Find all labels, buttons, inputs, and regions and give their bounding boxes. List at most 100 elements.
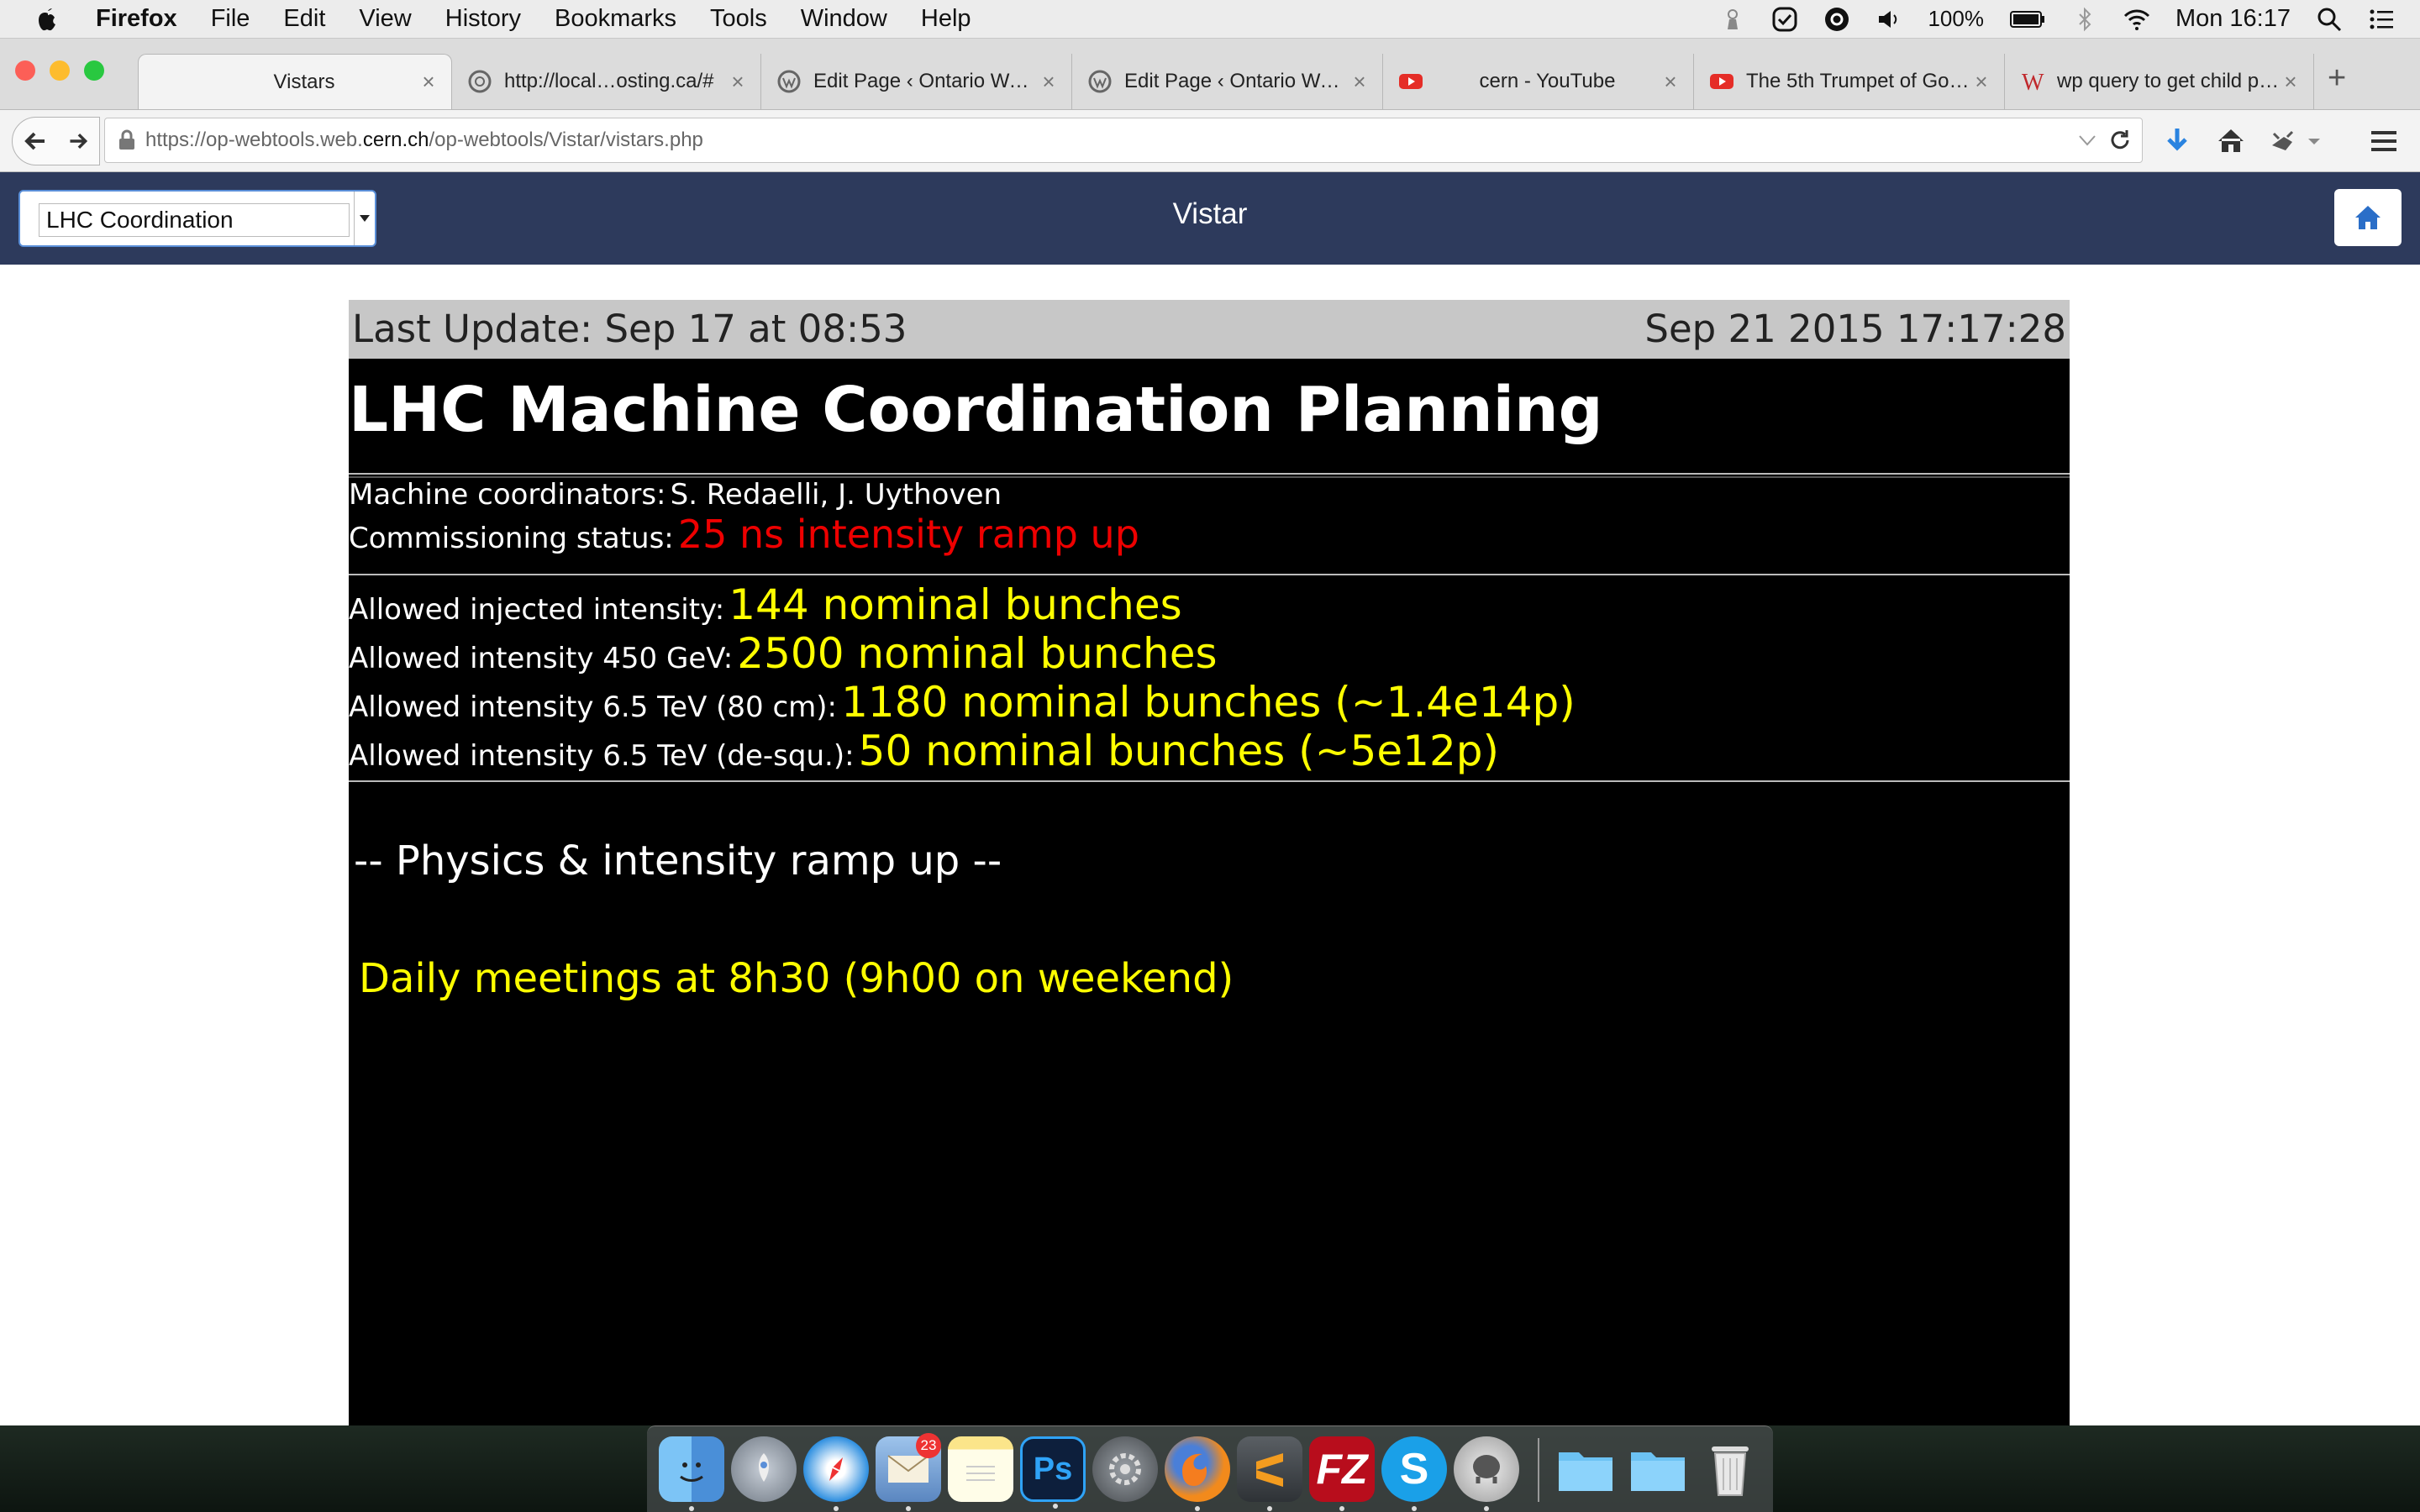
section-title: -- Physics & intensity ramp up --: [354, 837, 1002, 885]
wordpress-icon: [1088, 70, 1112, 93]
url-path: /op-webtools/Vistar/vistars.php: [429, 129, 703, 151]
dropdown-history-icon[interactable]: [2078, 134, 2096, 146]
back-arrow-icon: [24, 132, 45, 150]
app-title: Vistar: [1172, 197, 1248, 230]
tab-wp-query[interactable]: W wp query to get child p… ×: [2005, 54, 2314, 109]
minimize-window-button[interactable]: [50, 60, 70, 81]
mail-badge: 23: [916, 1433, 941, 1458]
notes-icon[interactable]: [948, 1436, 1013, 1502]
menu-file[interactable]: File: [211, 5, 250, 33]
commissioning-status-line: Commissioning status: 25 ns intensity ra…: [349, 512, 1139, 557]
menu-bookmarks[interactable]: Bookmarks: [555, 5, 676, 33]
intensity-label: Allowed intensity 6.5 TeV (80 cm):: [349, 690, 838, 724]
wordpress-icon: [777, 70, 801, 93]
finder-icon[interactable]: [659, 1436, 724, 1511]
intensity-value: 144 nominal bunches: [729, 580, 1182, 629]
reload-icon[interactable]: [2108, 129, 2132, 152]
w-icon: W: [2022, 70, 2044, 94]
menu-edit[interactable]: Edit: [283, 5, 325, 33]
commissioning-status-label: Commissioning status:: [349, 522, 674, 555]
folder-icon[interactable]: [1625, 1436, 1691, 1502]
tab-5th-trumpet[interactable]: The 5th Trumpet of Go… ×: [1694, 54, 2005, 109]
intensity-value: 2500 nominal bunches: [737, 629, 1218, 678]
at-sign-icon[interactable]: [1823, 6, 1850, 33]
home-icon[interactable]: [2215, 125, 2247, 157]
close-tab-icon[interactable]: ×: [1660, 69, 1681, 95]
coordinators-label: Machine coordinators:: [349, 478, 666, 512]
close-tab-icon[interactable]: ×: [2280, 69, 2302, 95]
panel-title: LHC Machine Coordination Planning: [349, 374, 1603, 446]
lock-icon[interactable]: [117, 129, 137, 151]
url-prefix: https://op-webtools.web.: [145, 129, 363, 151]
wifi-icon[interactable]: [2123, 6, 2150, 33]
menu-history[interactable]: History: [445, 5, 521, 33]
apple-menu-icon[interactable]: [34, 5, 62, 34]
url-bar[interactable]: https://op-webtools.web. cern.ch/op-webto…: [104, 118, 2143, 163]
intensity-value: 1180 nominal bunches (~1.4e14p): [841, 678, 1576, 727]
sublime-text-icon[interactable]: [1237, 1436, 1302, 1511]
skype-icon[interactable]: S: [1381, 1436, 1447, 1511]
new-tab-button[interactable]: +: [2328, 60, 2346, 97]
svg-text:W: W: [2022, 70, 2044, 94]
close-window-button[interactable]: [15, 60, 35, 81]
home-icon: [2355, 206, 2381, 229]
last-update: Last Update: Sep 17 at 08:53: [352, 307, 908, 351]
system-preferences-icon[interactable]: [1092, 1436, 1158, 1502]
intensity-line: Allowed intensity 450 GeV: 2500 nominal …: [349, 629, 1218, 678]
dock-separator: [1538, 1438, 1539, 1502]
airdrop-icon[interactable]: [1719, 6, 1746, 33]
notification-center-icon[interactable]: [2368, 6, 2395, 33]
menu-app-firefox[interactable]: Firefox: [96, 5, 177, 33]
battery-icon[interactable]: [2009, 6, 2046, 33]
menu-window[interactable]: Window: [801, 5, 887, 33]
bluetooth-icon[interactable]: [2071, 6, 2098, 33]
filezilla-icon[interactable]: FZ: [1309, 1436, 1375, 1511]
tab-localhost[interactable]: http://local…osting.ca/# ×: [452, 54, 761, 109]
launchpad-icon[interactable]: [731, 1436, 797, 1502]
check-circle-icon[interactable]: [1771, 6, 1798, 33]
mail-icon[interactable]: 23: [876, 1433, 941, 1511]
divider: [349, 780, 2070, 782]
tab-cern-youtube[interactable]: cern - YouTube ×: [1383, 54, 1694, 109]
menu-help[interactable]: Help: [921, 5, 971, 33]
forward-arrow-icon: [70, 133, 88, 150]
forward-button[interactable]: [57, 117, 100, 165]
meeting-note: Daily meetings at 8h30 (9h00 on weekend): [359, 955, 1234, 1002]
vistar-display-panel: Last Update: Sep 17 at 08:53 Sep 21 2015…: [349, 300, 2070, 1425]
intensity-label: Allowed intensity 450 GeV:: [349, 642, 734, 675]
close-tab-icon[interactable]: ×: [727, 69, 749, 95]
photoshop-icon[interactable]: Ps: [1020, 1436, 1086, 1509]
coordinators-value: S. Redaelli, J. Uythoven: [670, 478, 1002, 512]
firefox-icon[interactable]: [1165, 1436, 1230, 1511]
downloads-icon[interactable]: [2161, 125, 2193, 157]
zoom-window-button[interactable]: [84, 60, 104, 81]
extension-dropdown-icon[interactable]: [2306, 125, 2323, 157]
menu-view[interactable]: View: [359, 5, 411, 33]
close-tab-icon[interactable]: ×: [1970, 69, 1992, 95]
menu-tools[interactable]: Tools: [710, 5, 767, 33]
menubar-status-area: 100% Mon 16:17: [1719, 5, 2420, 33]
sequel-pro-icon[interactable]: [1454, 1436, 1519, 1511]
hamburger-menu-icon[interactable]: [2368, 125, 2400, 157]
volume-icon[interactable]: [1876, 6, 1902, 33]
tab-vistars[interactable]: Vistars ×: [138, 54, 452, 109]
folder-icon[interactable]: [1553, 1436, 1618, 1502]
tab-edit-page-2[interactable]: Edit Page ‹ Ontario Wa… ×: [1072, 54, 1383, 109]
spotlight-search-icon[interactable]: [2316, 6, 2343, 33]
close-tab-icon[interactable]: ×: [1038, 69, 1060, 95]
safari-icon[interactable]: [803, 1436, 869, 1511]
intensity-label: Allowed injected intensity:: [349, 593, 725, 627]
url-host: cern.ch: [362, 129, 429, 151]
close-tab-icon[interactable]: ×: [1349, 69, 1370, 95]
extension-icon[interactable]: [2267, 125, 2299, 157]
back-button[interactable]: [12, 117, 59, 165]
youtube-icon: [1399, 74, 1423, 89]
close-tab-icon[interactable]: ×: [418, 69, 439, 95]
macos-menu-bar: Firefox File Edit View History Bookmarks…: [0, 0, 2420, 39]
trash-icon[interactable]: [1697, 1436, 1763, 1502]
home-button[interactable]: [2334, 189, 2402, 246]
menubar-clock[interactable]: Mon 16:17: [2175, 5, 2291, 33]
vistar-app-bar: LHC Coordination Vistar: [0, 172, 2420, 265]
tab-edit-page-1[interactable]: Edit Page ‹ Ontario Wa… ×: [761, 54, 1072, 109]
macos-dock: 23 Ps FZ S: [647, 1425, 1773, 1512]
